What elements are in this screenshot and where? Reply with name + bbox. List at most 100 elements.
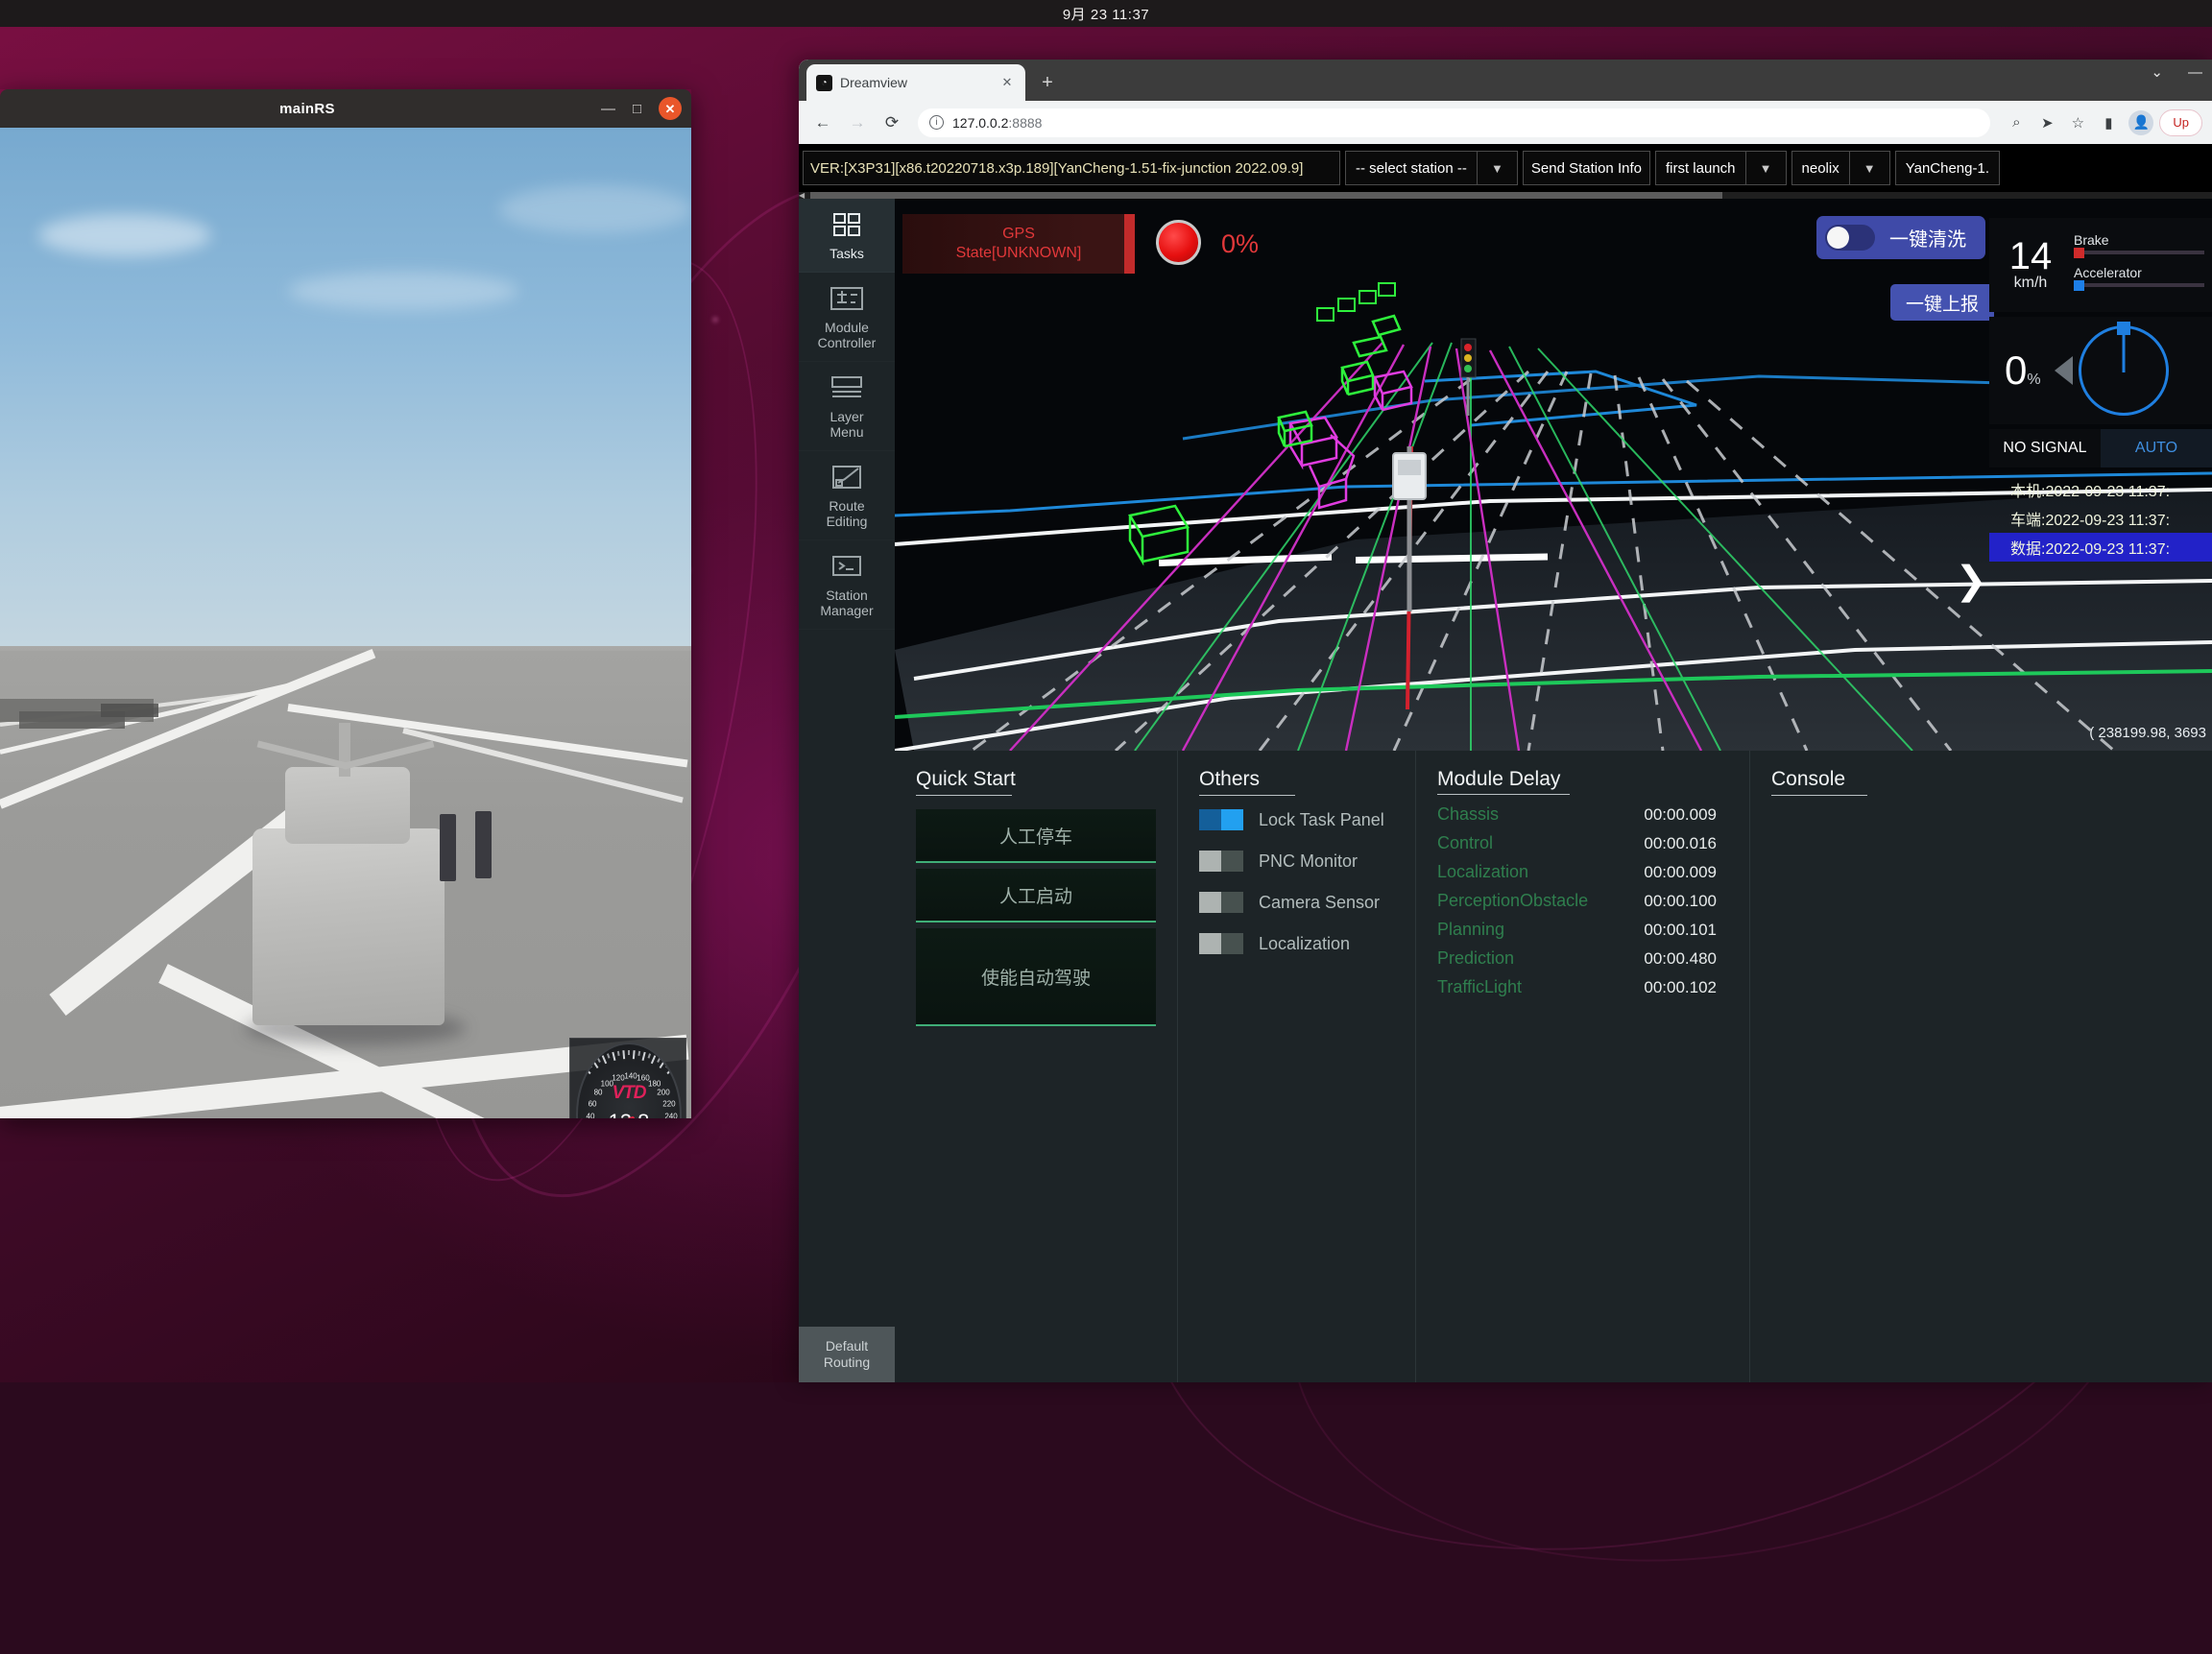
divider [1199, 795, 1295, 796]
mainrs-window[interactable]: mainRS — □ ✕ [0, 89, 691, 1118]
maximize-icon[interactable]: □ [633, 102, 641, 116]
module-name: TrafficLight [1437, 977, 1522, 997]
station-select[interactable]: -- select station -- ▼ [1345, 151, 1518, 185]
browser-tab-dreamview[interactable]: ◔ Dreamview ✕ [806, 64, 1025, 101]
system-clock[interactable]: 9月 23 11:37 [1063, 4, 1149, 24]
enable-autonomous-driving-button[interactable]: 使能自动驾驶 [916, 928, 1156, 1026]
desktop-top-panel: 9月 23 11:37 [0, 0, 2212, 27]
dreamview-main-column: GPS State[UNKNOWN] 0% 一键清洗 一键上报 ❯ ( 2381… [895, 199, 2212, 1382]
hud-timestamps: 本机:2022-09-23 11:37: 车端:2022-09-23 11:37… [1989, 475, 2212, 562]
auto-mode-status: AUTO [2101, 429, 2212, 467]
speedometer-tick-label: 220 [662, 1100, 675, 1109]
browser-window-controls: ⌄ — [2151, 63, 2202, 81]
sidebar-item-label: Route Editing [803, 498, 891, 530]
module-delay-value: 00:00.009 [1644, 863, 1717, 882]
sidebar-item-label: Station Manager [803, 587, 891, 619]
others-panel: Others Lock Task Panel PNC Monitor [1177, 751, 1415, 1382]
back-icon[interactable]: ← [808, 108, 837, 137]
forward-icon[interactable]: → [843, 108, 872, 137]
share-icon[interactable]: ➤ [2032, 108, 2061, 137]
chevron-right-icon[interactable]: ❯ [1955, 559, 1987, 603]
speedometer-tick [617, 1051, 620, 1056]
mainrs-window-title: mainRS [0, 101, 653, 117]
gps-status-light-icon [1156, 220, 1201, 265]
browser-tab-strip: ◔ Dreamview ✕ + ⌄ — [799, 60, 2212, 101]
toggle-label: Localization [1259, 934, 1350, 954]
toggle-lock-task-panel[interactable]: Lock Task Panel [1199, 809, 1394, 830]
sidebar-item-station-manager[interactable]: Station Manager [799, 540, 895, 630]
version-field[interactable]: VER:[X3P31][x86.t20220718.x3p.189][YanCh… [803, 151, 1340, 185]
toggle-switch[interactable] [1199, 851, 1243, 872]
speedometer-tick [607, 1053, 610, 1058]
toggle-pnc-monitor[interactable]: PNC Monitor [1199, 851, 1394, 872]
station-select-value: -- select station -- [1346, 152, 1477, 184]
speedometer-tick [588, 1064, 592, 1068]
speedometer-tick-label: 40 [587, 1113, 595, 1119]
speedometer-tick [651, 1055, 656, 1064]
route-icon [803, 463, 891, 491]
chrome-browser-window[interactable]: ◔ Dreamview ✕ + ⌄ — ← → ⟳ i 127.0.0.2:88… [799, 60, 2212, 1382]
module-delay-row: Planning 00:00.101 [1437, 920, 1728, 940]
sidebar-item-label: Layer Menu [803, 409, 891, 441]
reload-icon[interactable]: ⟳ [878, 108, 906, 137]
toggle-camera-sensor[interactable]: Camera Sensor [1199, 892, 1394, 913]
zoom-icon[interactable]: ⌕ [2002, 108, 2031, 137]
divider [1437, 794, 1570, 795]
mainrs-simulator-viewport[interactable]: VTD 13.8 KM/H 02040608010012014016018020… [0, 128, 691, 1118]
minimize-icon[interactable]: — [601, 102, 615, 116]
vehicle-select[interactable]: neolix ▼ [1791, 151, 1890, 185]
mainrs-window-controls: — □ ✕ [601, 89, 682, 128]
vehicle-sensor-arm [257, 740, 349, 769]
scrollbar-thumb[interactable] [810, 192, 1722, 199]
side-panel-icon[interactable]: ▮ [2094, 108, 2123, 137]
toggle-label: PNC Monitor [1259, 851, 1358, 872]
one-click-report-button[interactable]: 一键上报 [1890, 284, 1994, 321]
manual-start-button[interactable]: 人工启动 [916, 869, 1156, 923]
one-click-wash-button[interactable]: 一键清洗 [1816, 216, 1985, 259]
speedometer-tick-label: 180 [648, 1080, 661, 1089]
close-icon[interactable]: ✕ [659, 97, 682, 120]
launch-mode-select[interactable]: first launch ▼ [1655, 151, 1787, 185]
module-delay-value: 00:00.102 [1644, 978, 1717, 997]
chevron-down-icon[interactable]: ⌄ [2151, 63, 2163, 81]
module-delay-row: Control 00:00.016 [1437, 833, 1728, 853]
toggle-switch[interactable] [1199, 892, 1243, 913]
launch-mode-value: first launch [1656, 152, 1745, 184]
minimize-icon[interactable]: — [2188, 64, 2202, 81]
tab-close-icon[interactable]: ✕ [998, 74, 1016, 91]
speedometer-tick [602, 1055, 607, 1064]
sidebar-item-tasks[interactable]: Tasks [799, 199, 895, 273]
divider [1771, 795, 1867, 796]
hud-throttle-readout: 0% [2005, 348, 2041, 394]
hud-throttle-unit: % [2027, 372, 2040, 388]
send-station-info-button[interactable]: Send Station Info [1523, 151, 1650, 185]
manual-park-button[interactable]: 人工停车 [916, 809, 1156, 863]
bookmark-star-icon[interactable]: ☆ [2063, 108, 2092, 137]
mainrs-titlebar[interactable]: mainRS — □ ✕ [0, 89, 691, 128]
scene-coordinates: ( 238199.98, 3693 [2089, 725, 2206, 741]
toggle-switch[interactable] [1199, 809, 1243, 830]
module-delay-row: TrafficLight 00:00.102 [1437, 977, 1728, 997]
module-name: Planning [1437, 920, 1504, 940]
sidebar-item-layer-menu[interactable]: Layer Menu [799, 362, 895, 451]
module-delay-row: Prediction 00:00.480 [1437, 948, 1728, 969]
sidebar-default-routing[interactable]: Default Routing [799, 1327, 895, 1382]
grid-icon [803, 210, 891, 239]
dreamview-3d-scene[interactable]: GPS State[UNKNOWN] 0% 一键清洗 一键上报 ❯ ( 2381… [895, 199, 2212, 751]
profile-avatar[interactable]: 👤 [2128, 110, 2153, 135]
module-name: Chassis [1437, 804, 1499, 825]
wash-toggle-switch[interactable] [1825, 225, 1875, 251]
roadside-post [475, 811, 492, 878]
module-delay-value: 00:00.016 [1644, 834, 1717, 853]
map-select[interactable]: YanCheng-1. [1895, 151, 2000, 185]
new-tab-button[interactable]: + [1033, 68, 1062, 97]
site-info-icon[interactable]: i [929, 115, 944, 130]
update-button[interactable]: Up [2159, 109, 2202, 136]
toggle-switch[interactable] [1199, 933, 1243, 954]
speedometer-tick [628, 1050, 630, 1055]
address-bar[interactable]: i 127.0.0.2:8888 [918, 108, 1990, 137]
sidebar-item-module-controller[interactable]: Module Controller [799, 273, 895, 362]
horizontal-scrollbar[interactable]: ◀ [799, 192, 2212, 199]
sidebar-item-route-editing[interactable]: Route Editing [799, 451, 895, 540]
toggle-localization[interactable]: Localization [1199, 933, 1394, 954]
